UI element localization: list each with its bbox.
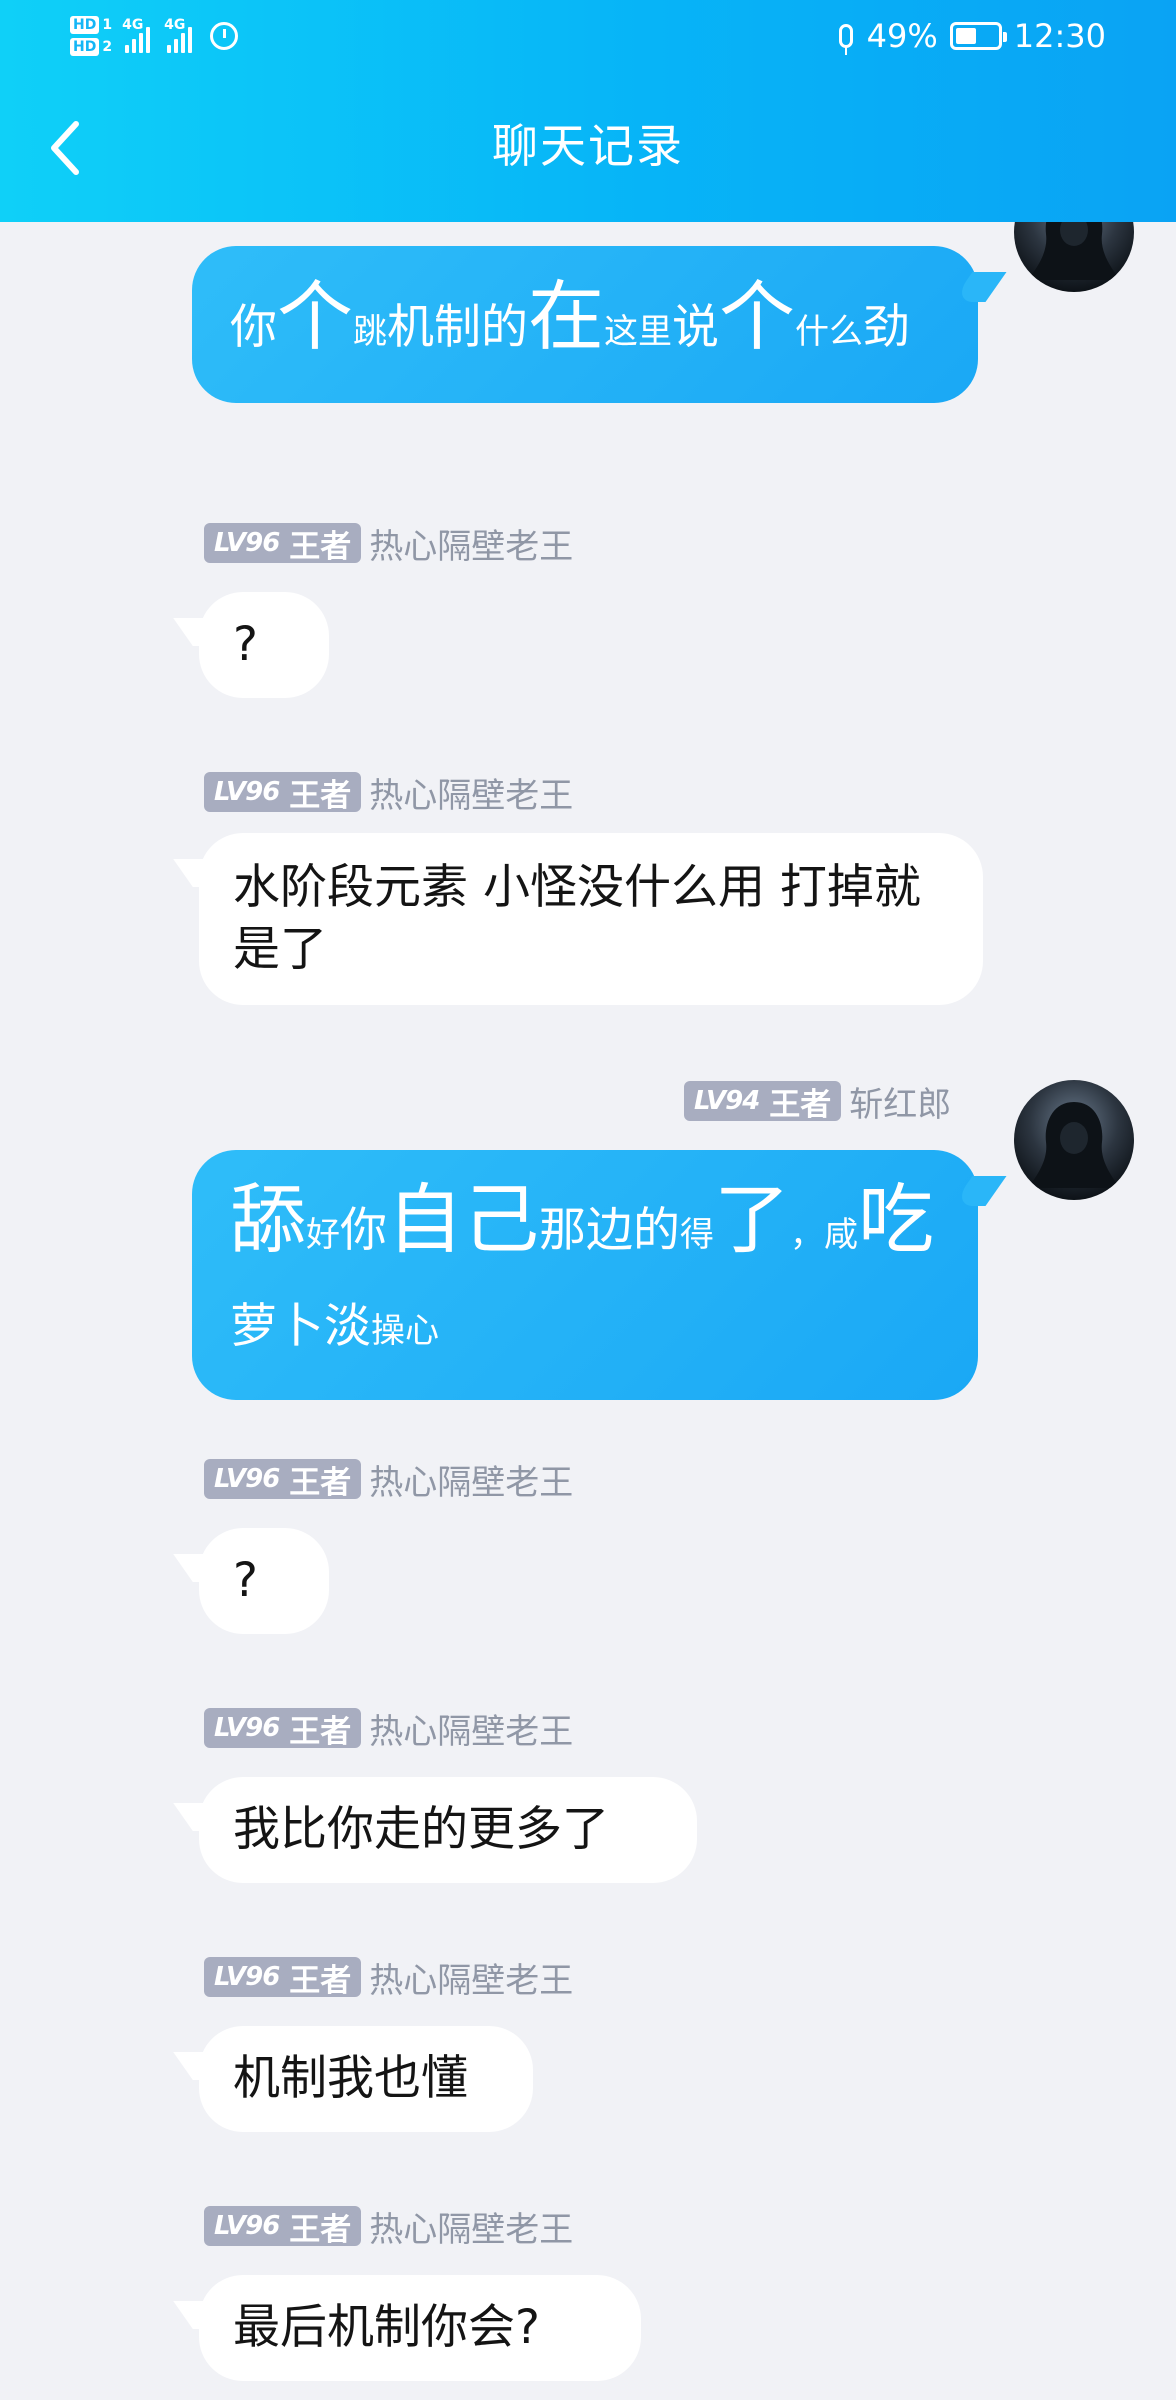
rank-text: 王者: [289, 1962, 352, 1999]
avatar[interactable]: [1014, 1080, 1134, 1200]
app-header: HD 1 HD 2 4G 4G 49% 12:30 聊天记录: [0, 0, 1176, 222]
level-text: LV96: [214, 1962, 280, 1992]
outgoing-bubble[interactable]: 你个跳机制的在这里说个什么劲: [192, 246, 978, 403]
message-text-segment: 操心: [371, 1311, 439, 1351]
status-left: HD 1 HD 2 4G 4G: [70, 6, 239, 66]
level-badge: LV96 王者: [204, 2206, 362, 2248]
message-text-segment: 你: [230, 300, 277, 355]
level-text: LV94: [694, 1086, 760, 1116]
level-badge: LV96 王者: [204, 523, 362, 565]
status-right: 49% 12:30: [838, 14, 1106, 58]
signal-icon: 4G: [164, 17, 193, 53]
level-text: LV96: [214, 528, 280, 558]
sim1-label: 1: [102, 17, 113, 33]
incoming-bubble[interactable]: 我比你走的更多了: [199, 1777, 697, 1883]
sender-name[interactable]: 斩红郎: [849, 1077, 951, 1126]
message-text-segment: ，: [790, 1215, 824, 1255]
level-badge: LV96 王者: [204, 1459, 362, 1501]
message-text-segment: 跳: [353, 312, 387, 352]
message-text-segment: 劲: [863, 300, 910, 355]
rank-text: 王者: [289, 2211, 352, 2248]
sender-name[interactable]: 热心隔壁老王: [369, 1455, 573, 1504]
message-text-segment: 好: [306, 1215, 340, 1255]
battery-icon: [949, 22, 1007, 50]
sender-name[interactable]: 热心隔壁老王: [369, 2202, 573, 2251]
rank-text: 王者: [289, 528, 352, 565]
message-text-segment: 自己: [387, 1175, 539, 1264]
sim2-label: 2: [102, 39, 113, 55]
rank-text: 王者: [289, 777, 352, 814]
rank-text: 王者: [289, 1713, 352, 1750]
status-bar: HD 1 HD 2 4G 4G 49% 12:30: [0, 0, 1176, 72]
level-text: LV96: [214, 1713, 280, 1743]
message-text-segment: 在: [528, 272, 604, 361]
level-badge: LV96 王者: [204, 772, 362, 814]
sender-name[interactable]: 热心隔壁老王: [369, 1704, 573, 1753]
message-text-segment: 吃: [858, 1175, 934, 1264]
incoming-bubble[interactable]: ?: [199, 592, 329, 698]
level-text: LV96: [214, 777, 280, 807]
sender-name[interactable]: 热心隔壁老王: [369, 768, 573, 817]
incoming-bubble[interactable]: 最后机制你会?: [199, 2275, 641, 2381]
level-badge: LV96 王者: [204, 1957, 362, 1999]
message-text-segment: 说: [672, 300, 719, 355]
level-badge: LV96 王者: [204, 1708, 362, 1750]
message-text-segment: 得: [680, 1215, 714, 1255]
hd-icon: HD: [70, 38, 100, 56]
message-text-segment: 舔: [230, 1175, 306, 1264]
rank-text: 王者: [769, 1086, 832, 1123]
sender-name[interactable]: 热心隔壁老王: [369, 1953, 573, 2002]
incoming-bubble[interactable]: 机制我也懂: [199, 2026, 533, 2132]
microphone-icon: [838, 24, 853, 55]
hooded-figure-icon: [1028, 1102, 1120, 1188]
message-text-segment: 个: [719, 272, 795, 361]
chat-history[interactable]: 你个跳机制的在这里说个什么劲 LV96 王者 热心隔壁老王 ? LV96 王者 …: [0, 222, 1176, 2400]
incoming-bubble[interactable]: ?: [199, 1528, 329, 1634]
alarm-icon: [210, 22, 239, 50]
message-text-segment: 机制的: [387, 300, 528, 355]
network-type: 4G: [164, 17, 186, 33]
clock: 12:30: [1013, 17, 1106, 55]
message-text-segment: 了: [714, 1175, 790, 1264]
avatar[interactable]: [1014, 222, 1134, 292]
signal-icon: 4G: [122, 17, 151, 53]
message-text-segment: 那边的: [539, 1203, 680, 1258]
message-text-segment: 咸: [824, 1215, 858, 1255]
rank-text: 王者: [289, 1464, 352, 1501]
level-text: LV96: [214, 2211, 280, 2241]
message-text-segment: 你: [340, 1203, 387, 1258]
page-title: 聊天记录: [492, 119, 684, 173]
outgoing-bubble[interactable]: 舔好你自己那边的得了，咸吃萝卜淡操心: [192, 1150, 978, 1400]
level-badge: LV94 王者: [684, 1081, 842, 1123]
network-type: 4G: [122, 17, 144, 33]
incoming-bubble[interactable]: 水阶段元素 小怪没什么用 打掉就是了: [199, 833, 983, 1005]
battery-percent: 49%: [866, 17, 938, 55]
hooded-figure-icon: [1028, 222, 1120, 280]
message-text-segment: 萝卜淡: [230, 1299, 371, 1354]
message-text-segment: 什么: [795, 312, 863, 352]
message-text-segment: 这里: [604, 312, 672, 352]
hd-icon: HD: [70, 16, 100, 34]
level-text: LV96: [214, 1464, 280, 1494]
sender-name[interactable]: 热心隔壁老王: [369, 519, 573, 568]
message-text-segment: 个: [277, 272, 353, 361]
